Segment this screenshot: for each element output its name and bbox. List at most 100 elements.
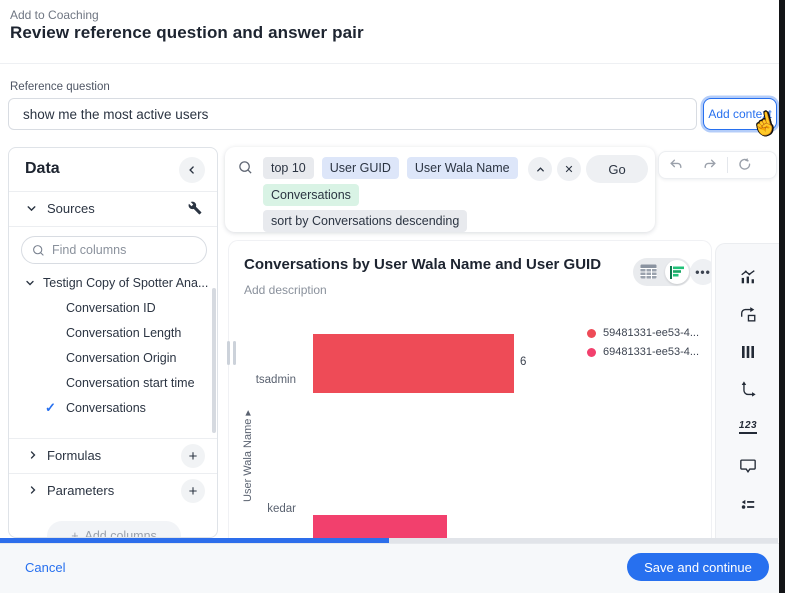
- go-button[interactable]: Go: [586, 155, 648, 183]
- clear-search-button[interactable]: ✕: [557, 157, 581, 181]
- panel-resize-handle[interactable]: [227, 341, 236, 365]
- add-columns-button[interactable]: + Add columns: [47, 521, 181, 538]
- search-token[interactable]: User GUID: [322, 157, 399, 179]
- formulas-label: Formulas: [47, 448, 101, 463]
- add-to-coaching-dialog: Add to Coaching Review reference questio…: [0, 0, 785, 593]
- column-item[interactable]: Conversation Origin: [9, 347, 217, 372]
- add-formula-button[interactable]: +: [181, 444, 205, 468]
- column-label: Conversation Length: [66, 326, 181, 340]
- add-parameter-button[interactable]: +: [181, 479, 205, 503]
- pivot-icon[interactable]: [739, 306, 757, 324]
- find-columns-input[interactable]: Find columns: [21, 236, 207, 264]
- bar-kedar[interactable]: [313, 515, 447, 538]
- collapse-panel-button[interactable]: [179, 157, 205, 183]
- sources-label: Sources: [47, 201, 95, 216]
- redo-icon: [702, 157, 718, 173]
- legend-settings-icon[interactable]: [739, 494, 757, 512]
- axis-expand-icon: ▸: [242, 410, 254, 416]
- legend-dot: [587, 329, 596, 338]
- chart-view-icon[interactable]: [665, 260, 689, 284]
- add-context-button[interactable]: Add context: [703, 98, 777, 130]
- breadcrumb: Add to Coaching: [10, 8, 99, 22]
- collapse-search-button[interactable]: [528, 157, 552, 181]
- more-options-button[interactable]: •••: [690, 259, 712, 285]
- add-description[interactable]: Add description: [244, 283, 327, 297]
- cancel-button[interactable]: Cancel: [25, 560, 65, 575]
- refresh-icon: [737, 157, 753, 173]
- column-label: Conversation Origin: [66, 351, 176, 365]
- history-controls: [658, 151, 777, 179]
- undo-button[interactable]: [659, 152, 693, 178]
- legend-label: 69481331-ee53-4...: [603, 346, 699, 358]
- close-icon: ✕: [564, 163, 573, 176]
- data-panel: Data Sources Find columns Testign Copy o…: [8, 147, 218, 538]
- parameters-label: Parameters: [47, 483, 114, 498]
- axes-icon[interactable]: [739, 380, 757, 398]
- chevron-right-icon: [27, 449, 39, 461]
- column-item[interactable]: Conversation ID: [9, 297, 217, 322]
- column-item[interactable]: Conversation Length: [9, 322, 217, 347]
- y-axis-label[interactable]: User Wala Name ▸: [241, 376, 255, 536]
- search-token[interactable]: User Wala Name: [407, 157, 518, 179]
- column-label: Conversations: [66, 401, 146, 415]
- number-format-icon[interactable]: 123: [739, 418, 757, 436]
- page-title: Review reference question and answer pai…: [10, 23, 364, 43]
- chevron-left-icon: [186, 164, 198, 176]
- reference-question-label: Reference question: [10, 81, 110, 93]
- sources-row[interactable]: Sources: [9, 193, 217, 225]
- footer: Cancel Save and continue: [0, 543, 779, 593]
- tooltip-display-icon[interactable]: [739, 456, 757, 474]
- table-view-icon[interactable]: [640, 264, 657, 279]
- search-token[interactable]: sort by Conversations descending: [263, 210, 467, 232]
- column-label: Conversation ID: [66, 301, 156, 315]
- search-token[interactable]: top 10: [263, 157, 314, 179]
- window-edge: [779, 0, 785, 593]
- chevron-down-icon: [24, 277, 36, 289]
- answer-toolbar: 123: [715, 243, 779, 538]
- token-row: top 10 User GUID User Wala Name: [263, 157, 518, 179]
- answer-title: Conversations by User Wala Name and User…: [244, 256, 601, 273]
- legend-label: 59481331-ee53-4...: [603, 327, 699, 339]
- token-row: Conversations: [263, 184, 359, 206]
- scrollbar-thumb[interactable]: [212, 288, 216, 433]
- find-columns-placeholder: Find columns: [52, 243, 126, 257]
- search-icon: [238, 160, 253, 175]
- chevron-right-icon: [27, 484, 39, 496]
- chevron-down-icon: [25, 202, 38, 215]
- formulas-section[interactable]: Formulas +: [9, 439, 217, 473]
- value-label: 6: [520, 356, 526, 368]
- source-name: Testign Copy of Spotter Ana...: [43, 276, 208, 290]
- legend-item[interactable]: 59481331-ee53-4...: [587, 327, 699, 339]
- data-panel-title: Data: [25, 160, 60, 178]
- header-divider: [0, 63, 779, 64]
- column-item[interactable]: Conversation start time: [9, 372, 217, 397]
- parameters-section[interactable]: Parameters +: [9, 474, 217, 508]
- legend-item[interactable]: 69481331-ee53-4...: [587, 346, 699, 358]
- columns-tree: Testign Copy of Spotter Ana... Conversat…: [9, 272, 217, 438]
- columns-icon[interactable]: [739, 343, 757, 361]
- reference-question-input[interactable]: [8, 98, 697, 130]
- column-label: Conversation start time: [66, 376, 195, 390]
- source-row[interactable]: Testign Copy of Spotter Ana...: [9, 272, 217, 297]
- data-panel-header: Data: [9, 148, 217, 192]
- table-chart-toggle[interactable]: [633, 258, 691, 286]
- search-icon: [32, 244, 45, 257]
- answer-panel: Conversations by User Wala Name and User…: [228, 240, 712, 538]
- add-columns-label: Add columns: [85, 529, 157, 538]
- change-visualization-icon[interactable]: [739, 268, 757, 286]
- chevron-up-icon: [535, 164, 546, 175]
- refresh-button[interactable]: [728, 152, 762, 178]
- save-and-continue-button[interactable]: Save and continue: [627, 553, 769, 581]
- undo-icon: [668, 157, 684, 173]
- search-bar: top 10 User GUID User Wala Name Conversati…: [225, 147, 655, 232]
- redo-button[interactable]: [693, 152, 727, 178]
- legend-dot: [587, 348, 596, 357]
- divider: [9, 226, 217, 227]
- wrench-icon[interactable]: [188, 201, 202, 215]
- search-token[interactable]: Conversations: [263, 184, 359, 206]
- check-icon: ✓: [45, 400, 56, 416]
- bar-tsadmin[interactable]: [313, 334, 514, 393]
- column-item[interactable]: ✓ Conversations: [9, 397, 217, 422]
- token-row: sort by Conversations descending: [263, 210, 467, 232]
- plus-icon: +: [71, 529, 78, 538]
